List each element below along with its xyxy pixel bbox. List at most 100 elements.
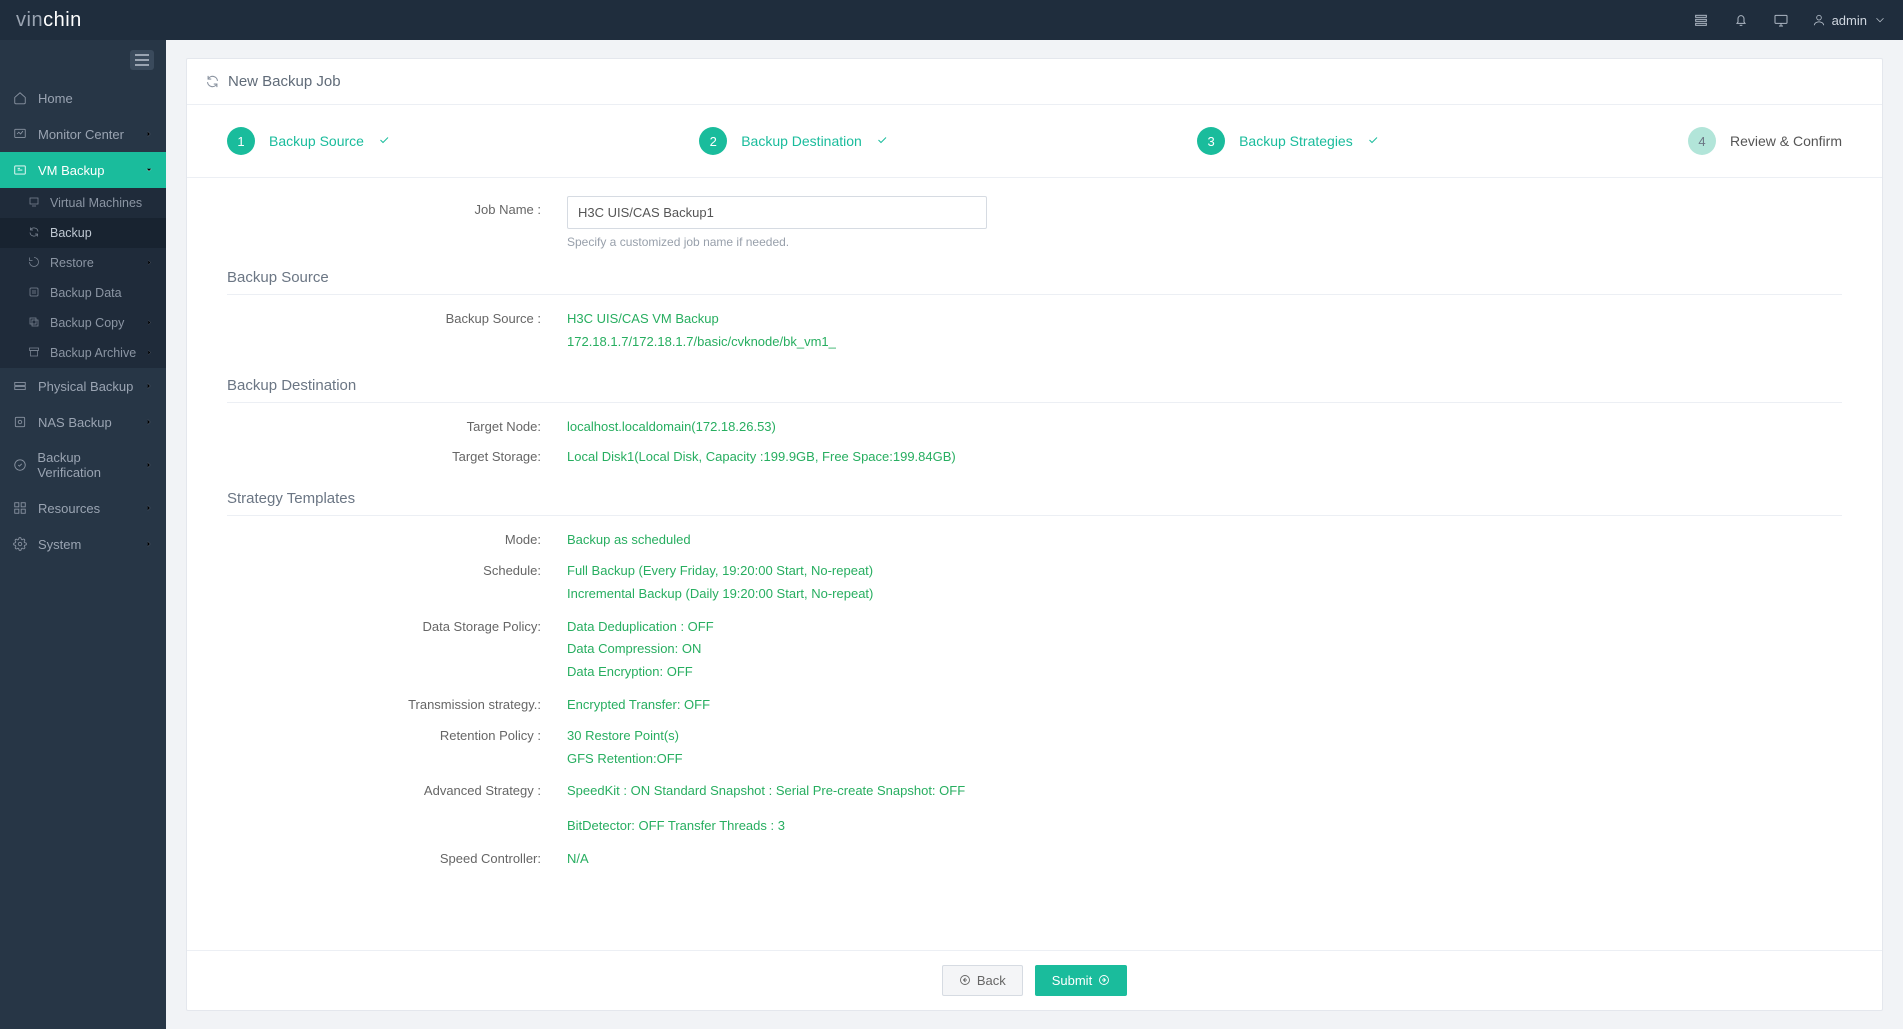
job-name-field: Specify a customized job name if needed. [567, 196, 1067, 249]
schedule-l2: Incremental Backup (Daily 19:20:00 Start… [567, 584, 873, 605]
sidebar-sub-backup-copy[interactable]: Backup Copy [0, 308, 166, 338]
dsp-label: Data Storage Policy: [227, 617, 567, 638]
step-backup-destination[interactable]: 2 Backup Destination [699, 127, 888, 155]
arrow-left-icon [959, 974, 971, 986]
row-speed-controller: Speed Controller: N/A [227, 849, 1842, 870]
backup-source-label: Backup Source : [227, 309, 567, 330]
step-backup-source[interactable]: 1 Backup Source [227, 127, 390, 155]
target-storage-value: Local Disk1(Local Disk, Capacity :199.9G… [567, 447, 956, 468]
check-icon [378, 134, 390, 149]
sidebar-sub-backup-data[interactable]: Backup Data [0, 278, 166, 308]
sidebar-sub-label: Backup Archive [50, 346, 136, 360]
back-button[interactable]: Back [942, 965, 1023, 996]
sidebar-sub-restore[interactable]: Restore [0, 248, 166, 278]
row-advanced-strategy: Advanced Strategy : SpeedKit : ON Standa… [227, 781, 1842, 839]
row-target-node: Target Node: localhost.localdomain(172.1… [227, 417, 1842, 438]
refresh-icon [28, 226, 42, 240]
step-number: 2 [699, 127, 727, 155]
back-button-label: Back [977, 973, 1006, 988]
sidebar-item-monitor-center[interactable]: Monitor Center [0, 116, 166, 152]
ret-label: Retention Policy : [227, 726, 567, 747]
data-icon [28, 286, 42, 300]
adv-value: SpeedKit : ON Standard Snapshot : Serial… [567, 781, 965, 839]
sidebar-item-label: NAS Backup [38, 415, 112, 430]
sidebar-item-home[interactable]: Home [0, 80, 166, 116]
vm-backup-icon [12, 162, 28, 178]
adv-l2: BitDetector: OFF Transfer Threads : 3 [567, 816, 965, 837]
sidebar-toggle [0, 40, 166, 80]
user-menu[interactable]: admin [1812, 13, 1887, 28]
chevron-right-icon [145, 316, 154, 330]
sidebar-sub-virtual-machines[interactable]: Virtual Machines [0, 188, 166, 218]
section-backup-destination: Backup Destination [227, 365, 1842, 403]
main-content: New Backup Job 1 Backup Source 2 Backup … [166, 40, 1903, 1029]
row-backup-source: Backup Source : H3C UIS/CAS VM Backup 17… [227, 309, 1842, 355]
target-node-value: localhost.localdomain(172.18.26.53) [567, 417, 776, 438]
chevron-right-icon [144, 501, 154, 516]
wizard-footer: Back Submit [187, 950, 1882, 1010]
row-job-name: Job Name : Specify a customized job name… [227, 196, 1842, 249]
dsp-value: Data Deduplication : OFF Data Compressio… [567, 617, 714, 685]
topbar: vinchin admin [0, 0, 1903, 40]
row-retention-policy: Retention Policy : 30 Restore Point(s) G… [227, 726, 1842, 772]
dsp-l3: Data Encryption: OFF [567, 662, 714, 683]
step-review-confirm[interactable]: 4 Review & Confirm [1688, 127, 1842, 155]
sidebar-sub-backup-archive[interactable]: Backup Archive [0, 338, 166, 368]
sidebar-item-label: Resources [38, 501, 100, 516]
submit-button-label: Submit [1052, 973, 1092, 988]
sidebar-sub-backup[interactable]: Backup [0, 218, 166, 248]
gear-icon [12, 536, 28, 552]
step-label: Backup Destination [741, 133, 862, 149]
step-label: Backup Strategies [1239, 133, 1353, 149]
job-name-input[interactable] [567, 196, 987, 229]
bell-icon[interactable] [1732, 11, 1750, 29]
copy-icon [28, 316, 42, 330]
sidebar-item-backup-verification[interactable]: Backup Verification [0, 440, 166, 490]
ret-value: 30 Restore Point(s) GFS Retention:OFF [567, 726, 683, 772]
section-backup-source: Backup Source [227, 257, 1842, 295]
submit-button[interactable]: Submit [1035, 965, 1127, 996]
vm-icon [28, 196, 42, 210]
check-icon [1367, 134, 1379, 149]
chevron-right-icon [144, 379, 154, 394]
brand-p1: vin [16, 9, 43, 31]
row-schedule: Schedule: Full Backup (Every Friday, 19:… [227, 561, 1842, 607]
speed-label: Speed Controller: [227, 849, 567, 870]
chevron-right-icon [144, 415, 154, 430]
home-icon [12, 90, 28, 106]
schedule-label: Schedule: [227, 561, 567, 582]
sidebar-sub-label: Restore [50, 256, 94, 270]
sidebar-item-label: Backup Verification [37, 450, 144, 480]
job-name-label: Job Name : [227, 196, 567, 217]
sidebar-item-physical-backup[interactable]: Physical Backup [0, 368, 166, 404]
chevron-right-icon [145, 256, 154, 270]
list-icon[interactable] [1692, 11, 1710, 29]
brand-logo: vinchin [16, 9, 82, 32]
restore-icon [28, 256, 42, 270]
sidebar-item-nas-backup[interactable]: NAS Backup [0, 404, 166, 440]
topbar-right: admin [1692, 11, 1887, 29]
step-number: 1 [227, 127, 255, 155]
trans-label: Transmission strategy.: [227, 695, 567, 716]
brand-p2: chin [43, 9, 82, 31]
step-backup-strategies[interactable]: 3 Backup Strategies [1197, 127, 1379, 155]
monitor-icon[interactable] [1772, 11, 1790, 29]
speed-value: N/A [567, 849, 589, 870]
chevron-right-icon [144, 458, 154, 473]
mode-label: Mode: [227, 530, 567, 551]
arrow-right-icon [1098, 974, 1110, 986]
chevron-right-icon [144, 537, 154, 552]
adv-label: Advanced Strategy : [227, 781, 567, 802]
sidebar-sub-label: Virtual Machines [50, 196, 142, 210]
chevron-down-icon [1873, 13, 1887, 27]
step-number: 4 [1688, 127, 1716, 155]
hamburger-icon[interactable] [130, 50, 154, 70]
chevron-right-icon [145, 346, 154, 360]
row-mode: Mode: Backup as scheduled [227, 530, 1842, 551]
sidebar-item-resources[interactable]: Resources [0, 490, 166, 526]
nas-icon [12, 414, 28, 430]
sidebar-item-vm-backup[interactable]: VM Backup [0, 152, 166, 188]
step-number: 3 [1197, 127, 1225, 155]
sidebar-item-system[interactable]: System [0, 526, 166, 562]
schedule-value: Full Backup (Every Friday, 19:20:00 Star… [567, 561, 873, 607]
